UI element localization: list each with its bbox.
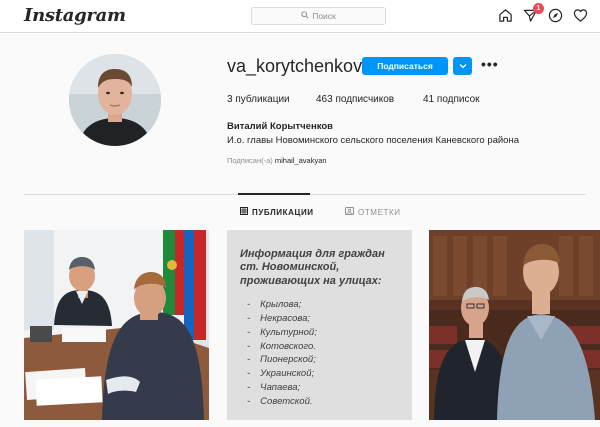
chevron-down-icon (459, 61, 467, 71)
grid-icon (240, 207, 248, 217)
following-stat[interactable]: 41 подписок (423, 94, 480, 105)
notification-badge: 1 (533, 3, 544, 14)
instagram-logo[interactable]: Instagram (24, 5, 126, 26)
posts-count: 3 (227, 94, 233, 105)
followed-by-user[interactable]: mihail_avakyan (275, 156, 327, 165)
announcement-title: Информация для граждан ст. Новоминской, … (240, 248, 385, 287)
direct-messages-icon[interactable]: 1 (522, 3, 544, 23)
post-thumbnail-office-meeting[interactable] (24, 230, 209, 420)
following-count: 41 (423, 94, 435, 105)
tab-posts[interactable]: ПУБЛИКАЦИИ (240, 207, 314, 217)
tag-icon (345, 207, 354, 217)
posts-label: публикации (235, 94, 290, 105)
profile-avatar[interactable] (69, 54, 161, 146)
list-item: Культурной; (247, 326, 317, 340)
list-item: Украинской; (247, 367, 317, 381)
profile-bio: И.о. главы Новоминского сельского поселе… (227, 135, 519, 146)
search-placeholder: Поиск (312, 11, 336, 21)
list-item: Пионерской; (247, 353, 317, 367)
more-options-icon[interactable]: ••• (481, 56, 499, 72)
active-tab-indicator (238, 193, 310, 195)
list-item: Котовского. (247, 340, 317, 354)
followers-count: 463 (316, 94, 333, 105)
activity-heart-icon[interactable] (572, 7, 588, 23)
search-input[interactable]: Поиск (251, 7, 386, 25)
followers-label: подписчиков (335, 94, 395, 105)
posts-stat[interactable]: 3 публикации (227, 94, 290, 105)
explore-compass-icon[interactable] (547, 7, 563, 23)
suggested-accounts-button[interactable] (453, 57, 472, 75)
profile-full-name: Виталий Корытченков (227, 121, 333, 132)
post-thumbnail-announcement[interactable]: Информация для граждан ст. Новоминской, … (227, 230, 412, 420)
follow-button[interactable]: Подписаться (362, 57, 448, 75)
tab-posts-label: ПУБЛИКАЦИИ (252, 207, 314, 217)
followed-by-prefix: Подписан(-а) (227, 156, 273, 165)
list-item: Советской. (247, 395, 317, 409)
street-list: Крылова; Некрасова; Культурной; Котовско… (247, 298, 317, 409)
followed-by[interactable]: Подписан(-а) mihail_avakyan (227, 156, 327, 165)
top-nav-bar: Instagram Поиск 1 (0, 0, 600, 33)
list-item: Чапаева; (247, 381, 317, 395)
profile-username: va_korytchenkov (227, 56, 363, 76)
list-item: Некрасова; (247, 312, 317, 326)
tab-tagged-label: ОТМЕТКИ (358, 207, 401, 217)
post-thumbnail-two-men[interactable] (429, 230, 600, 420)
list-item: Крылова; (247, 298, 317, 312)
following-label: подписок (436, 94, 480, 105)
search-icon (301, 11, 309, 21)
tab-tagged[interactable]: ОТМЕТКИ (345, 207, 401, 217)
followers-stat[interactable]: 463 подписчиков (316, 94, 394, 105)
home-icon[interactable] (497, 7, 513, 23)
